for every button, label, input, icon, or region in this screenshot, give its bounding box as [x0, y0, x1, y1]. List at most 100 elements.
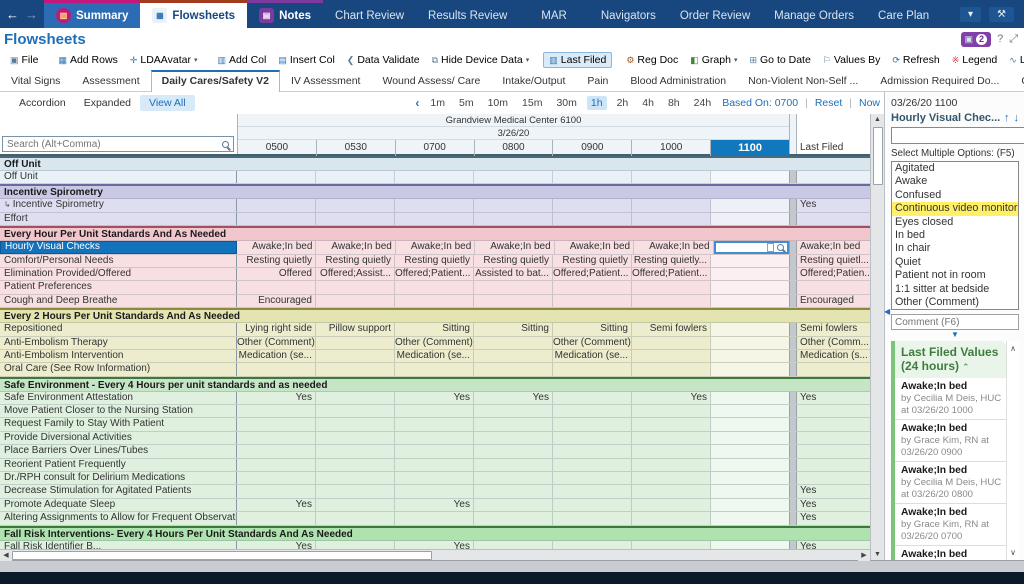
grid-cell[interactable] — [237, 281, 315, 293]
topnav-tab-mar[interactable]: MAR — [529, 0, 579, 28]
add-col-button[interactable]: ▥Add Col — [211, 52, 272, 68]
grid-cell[interactable] — [237, 418, 315, 430]
topnav-tab-flowsheets[interactable]: ▦Flowsheets — [140, 0, 247, 28]
grid-cell[interactable] — [710, 350, 789, 362]
prev-row-icon[interactable]: ↑ — [1004, 112, 1010, 124]
grid-cell[interactable] — [552, 499, 631, 511]
vscroll-thumb[interactable] — [873, 127, 883, 185]
grid-cell[interactable] — [237, 512, 315, 524]
grid-cell[interactable]: Lying right side — [237, 323, 315, 335]
grid-cell[interactable] — [552, 432, 631, 444]
row-label[interactable]: Anti-Embolism Therapy — [0, 337, 237, 349]
grid-cell[interactable] — [473, 281, 552, 293]
grid-cell[interactable]: Awake;In bed — [633, 241, 712, 253]
topnav-tab-navigators[interactable]: Navigators — [589, 0, 668, 28]
grid-cell[interactable]: Assisted to bat... — [473, 268, 552, 280]
grid-cell[interactable] — [237, 445, 315, 457]
grid-cell[interactable] — [473, 418, 552, 430]
grid-cell[interactable] — [631, 405, 710, 417]
grid-cell[interactable]: Yes — [394, 392, 473, 404]
grid-cell[interactable] — [710, 323, 789, 335]
grid-cell[interactable]: Yes — [237, 541, 315, 549]
option-other-comment[interactable]: Other (Comment) — [892, 296, 1018, 309]
grid-cell[interactable] — [394, 472, 473, 484]
grid-cell[interactable] — [713, 241, 789, 253]
interval-24h-button[interactable]: 24h — [690, 96, 716, 110]
grid-cell[interactable] — [394, 512, 473, 524]
grid-cell[interactable]: Offered;Patient... — [552, 268, 631, 280]
option-1-1-sitter-at-bedside[interactable]: 1:1 sitter at bedside — [892, 283, 1018, 296]
interval-8h-button[interactable]: 8h — [664, 96, 684, 110]
interval-10m-button[interactable]: 10m — [484, 96, 512, 110]
grid-cell[interactable]: Resting quietly — [394, 255, 473, 267]
grid-cell[interactable] — [473, 405, 552, 417]
row-label[interactable]: Altering Assignments to Allow for Freque… — [0, 512, 237, 524]
grid-cell[interactable] — [710, 472, 789, 484]
grid-cell[interactable] — [710, 199, 789, 211]
horizontal-scrollbar[interactable]: ◀ ▶ — [0, 549, 870, 560]
tab-intake-output[interactable]: Intake/Output — [491, 71, 576, 91]
grid-cell[interactable] — [315, 281, 394, 293]
section-header-off-unit[interactable]: Off Unit — [0, 156, 870, 171]
grid-cell[interactable]: Awake;In bed — [554, 241, 633, 253]
collapse-left-icon[interactable]: ‹ — [415, 96, 419, 110]
grid-cell[interactable]: Awake;In bed — [474, 241, 553, 253]
grid-cell[interactable] — [552, 445, 631, 457]
row-label[interactable]: Hourly Visual Checks — [0, 241, 237, 253]
topnav-tab-manage-orders[interactable]: Manage Orders — [762, 0, 866, 28]
grid-cell[interactable] — [631, 295, 710, 307]
grid-cell[interactable]: Awake;In bed — [315, 241, 394, 253]
grid-cell[interactable] — [315, 337, 394, 349]
row-label[interactable]: Dr./RPH consult for Delirium Medications — [0, 472, 237, 484]
grid-cell[interactable]: Semi fowlers — [631, 323, 710, 335]
column-header-0700[interactable]: 0700 — [395, 140, 474, 156]
grid-cell[interactable] — [237, 405, 315, 417]
grid-cell[interactable] — [631, 199, 710, 211]
grid-cell[interactable] — [710, 295, 789, 307]
lfv-scrollbar[interactable]: ∧ ∨ — [1006, 341, 1019, 560]
grid-cell[interactable] — [237, 432, 315, 444]
row-label[interactable]: Move Patient Closer to the Nursing Stati… — [0, 405, 237, 417]
grid-cell[interactable]: Resting quietly — [315, 255, 394, 267]
grid-cell[interactable] — [631, 281, 710, 293]
panel-collapse-icon[interactable]: ◀ — [884, 307, 890, 316]
grid-cell[interactable] — [237, 199, 315, 211]
grid-cell[interactable] — [552, 541, 631, 549]
data-validate-button[interactable]: ❮Data Validate — [341, 52, 426, 68]
grid-cell[interactable]: Offered;Patient... — [631, 268, 710, 280]
grid-cell[interactable] — [710, 171, 789, 183]
grid-cell[interactable] — [473, 472, 552, 484]
scroll-up-icon[interactable]: ∧ — [1010, 341, 1016, 356]
graph-button[interactable]: ◧Graph▾ — [684, 52, 743, 68]
grid-cell[interactable] — [315, 418, 394, 430]
grid-cell[interactable] — [473, 213, 552, 225]
help-icon[interactable]: ? — [997, 33, 1003, 45]
grid-cell[interactable] — [552, 472, 631, 484]
grid-cell[interactable] — [315, 541, 394, 549]
grid-cell[interactable] — [473, 295, 552, 307]
grid-cell[interactable] — [552, 405, 631, 417]
scroll-right-icon[interactable]: ▶ — [858, 550, 870, 561]
row-label[interactable]: Comfort/Personal Needs — [0, 255, 237, 267]
grid-cell[interactable] — [473, 499, 552, 511]
scroll-up-icon[interactable]: ▲ — [872, 114, 884, 125]
grid-cell[interactable] — [631, 171, 710, 183]
row-label[interactable]: Cough and Deep Breathe — [0, 295, 237, 307]
grid-cell[interactable] — [710, 499, 789, 511]
grid-cell[interactable]: Other (Comment) — [552, 337, 631, 349]
tab-vital-signs[interactable]: Vital Signs — [0, 71, 71, 91]
topnav-tab-results-review[interactable]: Results Review — [416, 0, 519, 28]
topnav-tab-chart-review[interactable]: Chart Review — [323, 0, 416, 28]
grid-cell[interactable] — [237, 363, 315, 375]
grid-cell[interactable]: Awake;In bed — [237, 241, 315, 253]
grid-cell[interactable] — [631, 418, 710, 430]
interval-2h-button[interactable]: 2h — [613, 96, 633, 110]
grid-cell[interactable] — [394, 363, 473, 375]
grid-cell[interactable] — [315, 392, 394, 404]
grid-cell[interactable] — [394, 445, 473, 457]
grid-cell[interactable]: Resting quietly — [552, 255, 631, 267]
column-header-0800[interactable]: 0800 — [474, 140, 553, 156]
row-label[interactable]: Request Family to Stay With Patient — [0, 418, 237, 430]
grid-cell[interactable] — [315, 213, 394, 225]
tab-daily-cares-safety-v2[interactable]: Daily Cares/Safety V2 — [151, 70, 280, 92]
